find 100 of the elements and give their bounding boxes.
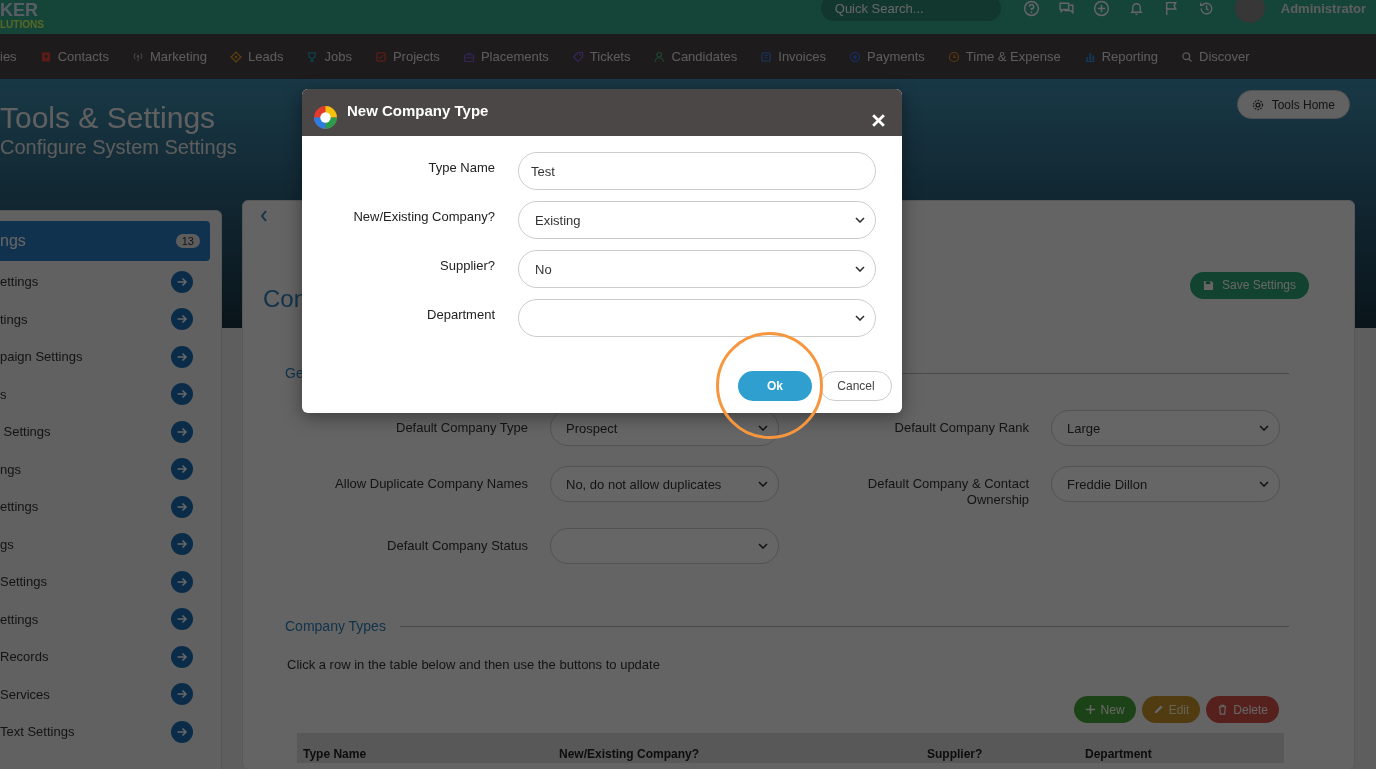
sidebar-item[interactable]: Records	[0, 638, 210, 676]
trash-icon	[1217, 704, 1229, 715]
chevron-down-icon	[855, 315, 865, 321]
gear-icon	[1251, 98, 1264, 111]
tools-home-button[interactable]: Tools Home	[1236, 90, 1350, 119]
arrow-right-icon[interactable]	[171, 495, 193, 518]
arrow-right-icon[interactable]	[171, 533, 193, 556]
sidebar-item[interactable]: ettings	[0, 488, 210, 526]
column-header: Department	[1085, 747, 1152, 761]
history-icon[interactable]	[1197, 0, 1215, 17]
text-field[interactable]: Test	[518, 152, 876, 190]
clock-icon	[947, 50, 960, 63]
arrow-right-icon[interactable]	[171, 458, 193, 481]
arrow-right-icon[interactable]	[171, 608, 193, 631]
bar-chart-icon	[1083, 50, 1096, 63]
contact-card-icon	[39, 50, 52, 63]
plus-icon	[1084, 704, 1096, 715]
user-menu[interactable]: Administrator	[1280, 0, 1366, 16]
nav-item[interactable]: Placements	[462, 49, 549, 64]
arrow-right-icon[interactable]	[171, 308, 193, 331]
field-label: Default Company & Contact Ownership	[866, 475, 1029, 508]
sidebar-item[interactable]: Settings	[0, 413, 210, 451]
field-label: Type Name	[427, 159, 495, 175]
select-field[interactable]: No	[518, 250, 876, 288]
delete-button[interactable]: Delete	[1206, 696, 1279, 723]
nav-item[interactable]: Contacts	[39, 49, 109, 64]
page-subtitle: Configure System Settings	[0, 135, 237, 160]
arrow-right-icon[interactable]	[171, 420, 193, 443]
sidebar-item[interactable]: ettings	[0, 263, 210, 301]
arrow-right-icon[interactable]	[171, 720, 193, 743]
sidebar-item[interactable]: gs	[0, 525, 210, 563]
logo-tagline: LUTIONS	[0, 18, 44, 30]
field-label: Department	[426, 306, 495, 322]
sidebar-item[interactable]: tings	[0, 300, 210, 338]
arrow-right-icon[interactable]	[171, 345, 193, 368]
arrow-right-icon[interactable]	[171, 683, 193, 706]
nav-item[interactable]: Projects	[374, 49, 440, 64]
arrow-right-icon[interactable]	[171, 383, 193, 406]
nav-item[interactable]: Candidates	[653, 49, 738, 64]
sidebar-item[interactable]: Services	[0, 675, 210, 713]
select-field[interactable]: Large	[1051, 410, 1280, 446]
chevron-down-icon	[758, 481, 768, 487]
save-settings-button[interactable]: Save Settings	[1189, 271, 1309, 299]
nav-item[interactable]: Payments	[849, 49, 925, 64]
field-label: Allow Duplicate Company Names	[334, 475, 528, 492]
sidebar-item[interactable]: Text Settings	[0, 713, 210, 751]
section-title: Company Types	[285, 618, 386, 634]
nav-item[interactable]: Jobs	[306, 49, 352, 64]
page-title: Tools & Settings	[0, 101, 217, 135]
select-field[interactable]: No, do not allow duplicates	[550, 466, 779, 502]
field-label: Default Company Rank	[893, 419, 1029, 436]
ok-button[interactable]: Ok	[738, 371, 812, 401]
sidebar-item[interactable]: Settings	[0, 563, 210, 601]
trophy-icon	[306, 50, 319, 63]
arrow-right-icon[interactable]	[171, 645, 193, 668]
logo-icon	[313, 105, 338, 130]
tag-icon	[571, 50, 584, 63]
nav-item[interactable]: Invoices	[760, 49, 826, 64]
quick-search-field[interactable]: Quick Search...	[820, 0, 1001, 21]
back-icon[interactable]	[259, 209, 269, 223]
chevron-down-icon	[855, 266, 865, 272]
nav-item[interactable]: Time & Expense	[947, 49, 1061, 64]
pencil-icon	[1152, 704, 1164, 715]
sidebar-item[interactable]: ettings	[0, 600, 210, 638]
sidebar-item[interactable]: ngs	[0, 450, 210, 488]
nav-item[interactable]: ies	[0, 49, 17, 64]
chevron-down-icon	[758, 543, 768, 549]
arrow-right-icon[interactable]	[171, 270, 193, 293]
help-icon[interactable]	[1022, 0, 1040, 17]
new-button[interactable]: New	[1073, 696, 1136, 723]
field-label: Default Company Type	[395, 419, 528, 436]
sidebar-item[interactable]: s	[0, 375, 210, 413]
sidebar-item[interactable]: paign Settings	[0, 338, 210, 376]
cancel-button[interactable]: Cancel	[820, 371, 892, 401]
nav-item[interactable]: Leads	[230, 49, 284, 64]
document-icon	[760, 50, 773, 63]
arrow-right-icon[interactable]	[171, 570, 193, 593]
nav-item[interactable]: Marketing	[131, 49, 207, 64]
instructions-text: Click a row in the table below and then use the buttons to update	[287, 657, 661, 672]
plus-circle-icon[interactable]	[1092, 0, 1110, 17]
chevron-down-icon	[1259, 481, 1269, 487]
column-header: Supplier?	[927, 747, 984, 761]
select-field[interactable]: Freddie Dillon	[1051, 466, 1280, 502]
chat-icon[interactable]	[1057, 0, 1075, 17]
chevron-down-icon	[1259, 425, 1269, 431]
nav-item[interactable]: Discover	[1181, 49, 1250, 64]
search-icon	[1181, 50, 1194, 63]
select-field[interactable]	[518, 299, 876, 337]
field-label: Supplier?	[439, 257, 495, 273]
diamond-icon	[230, 50, 242, 63]
column-header: New/Existing Company?	[559, 747, 701, 761]
nav-item[interactable]: Tickets	[571, 49, 631, 64]
select-field[interactable]: Existing	[518, 201, 876, 239]
select-field[interactable]	[550, 528, 779, 564]
nav-item[interactable]: Reporting	[1083, 49, 1159, 64]
sidebar-header[interactable]: ngs 13	[0, 221, 210, 261]
logo-text: KER	[0, 0, 39, 19]
checkbox-icon	[374, 50, 387, 63]
close-icon[interactable]	[871, 113, 886, 128]
briefcase-icon	[462, 50, 475, 63]
